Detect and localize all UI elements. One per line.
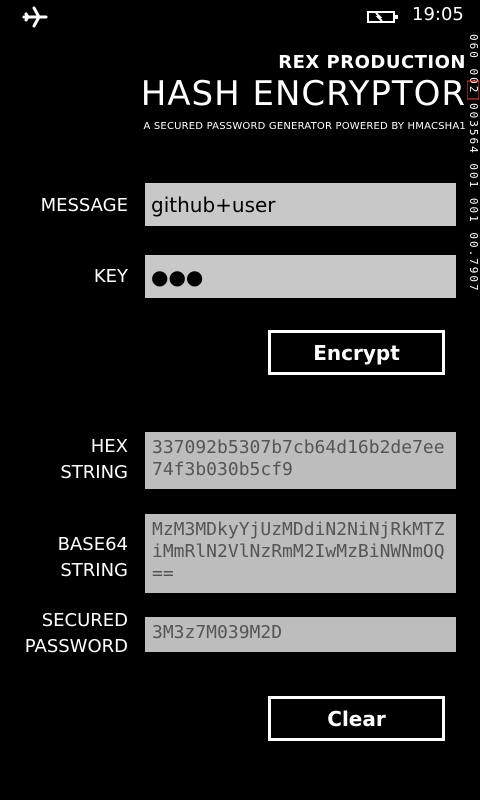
secured-label-line2: PASSWORD [24, 636, 128, 657]
key-input[interactable]: ●●● [145, 255, 456, 298]
base64-label: BASE64 STRING [58, 532, 128, 584]
debug-counter-text: 060 002 003564 001 001 00.7907 [467, 34, 479, 293]
hex-label-line2: STRING [60, 462, 128, 483]
debug-counter-overlay: 060 002 003564 001 001 00.7907 [466, 30, 480, 400]
encrypt-button[interactable]: Encrypt [268, 330, 445, 375]
message-label: MESSAGE [40, 195, 128, 216]
base64-label-line1: BASE64 [57, 534, 128, 555]
app-subtitle: A SECURED PASSWORD GENERATOR POWERED BY … [143, 121, 466, 132]
base64-string-output[interactable]: MzM3MDkyYjUzMDdiN2NiNjRkMTZiMmRlN2VlNzRm… [145, 514, 456, 593]
airplane-icon [22, 6, 48, 28]
clear-button[interactable]: Clear [268, 696, 445, 741]
battery-charging-icon [366, 8, 402, 26]
hex-label-line1: HEX [90, 436, 128, 457]
key-value: ●●● [151, 264, 204, 289]
base64-label-line2: STRING [60, 560, 128, 581]
key-label: KEY [93, 266, 128, 287]
app-title: HASH ENCRYPTOR [140, 74, 466, 114]
hex-string-output[interactable]: 337092b5307b7cb64d16b2de7ee74f3b030b5cf9 [145, 432, 456, 489]
secured-password-label: SECURED PASSWORD [25, 608, 128, 660]
secured-label-line1: SECURED [41, 610, 128, 631]
message-value: github+user [151, 192, 276, 217]
message-input[interactable]: github+user [145, 183, 456, 226]
brand-text: REX PRODUCTION [278, 52, 466, 73]
status-time: 19:05 [412, 4, 464, 25]
secured-password-output[interactable]: 3M3z7M039M2D [145, 617, 456, 652]
hex-label: HEX STRING [60, 434, 128, 486]
